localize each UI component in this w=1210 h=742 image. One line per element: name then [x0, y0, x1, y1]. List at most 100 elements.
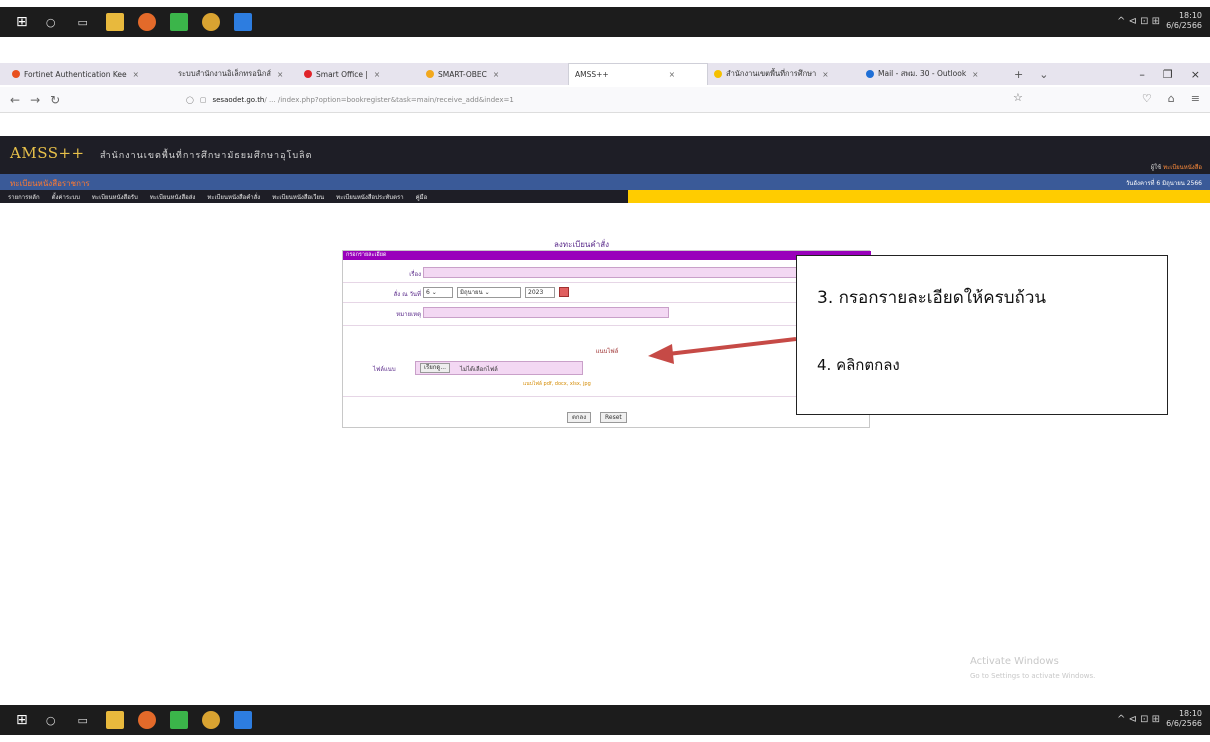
url-bar[interactable]: ◯ ▢ sesaodet.go.th / ... /index.php?opti… — [186, 92, 1006, 108]
close-icon[interactable]: × — [822, 70, 828, 79]
instruction-step-3: 3. กรอกรายละเอียดให้ครบถ้วน — [817, 288, 1047, 308]
tab-favicon-icon — [714, 70, 722, 78]
tab-favicon-icon — [866, 70, 874, 78]
close-icon[interactable]: × — [972, 70, 978, 79]
order-form: กรอกรายละเอียด เรื่อง สั่ง ณ วันที่ 6 ⌄ … — [342, 250, 871, 428]
chrome-icon[interactable] — [201, 13, 220, 31]
extensions-icon[interactable]: ⌂ — [1168, 92, 1175, 105]
tray-icons[interactable]: ^ ⊲ ⊡ ⊞ — [1117, 714, 1160, 725]
year-input[interactable]: 2023 — [525, 287, 555, 298]
activate-windows-watermark: Activate Windows Go to Settings to activ… — [970, 655, 1095, 683]
close-icon[interactable]: × — [669, 70, 675, 79]
bookmark-star-icon[interactable]: ☆ — [1013, 91, 1023, 104]
divider — [343, 282, 871, 283]
user-info: ผู้ใช้ ทะเบียนหนังสือ — [1151, 162, 1202, 172]
firefox-icon[interactable] — [137, 711, 156, 729]
menu-item-settings[interactable]: ตั้งค่าระบบ — [52, 192, 80, 202]
tab-label: SMART-OBEC — [438, 69, 487, 79]
tab-label: Smart Office | — [316, 69, 368, 79]
browser-toolbar: ♡ ⌂ ≡ — [1142, 92, 1200, 105]
form-bar: กรอกรายละเอียด — [343, 251, 871, 260]
file-label: ไฟล์แนบ — [373, 366, 396, 373]
date-row: สั่ง ณ วันที่ 6 ⌄ มิถุนายน ⌄ 2023 — [343, 285, 871, 301]
firefox-icon[interactable] — [137, 13, 156, 31]
amss-logo[interactable]: AMSS++ — [10, 144, 85, 162]
close-icon[interactable]: × — [277, 70, 283, 79]
tab-smart-office[interactable]: Smart Office | × — [298, 63, 420, 85]
divider — [343, 396, 871, 397]
month-select[interactable]: มิถุนายน ⌄ — [457, 287, 521, 298]
line-app-icon[interactable] — [169, 711, 188, 729]
window-controls: – ❐ × — [1139, 63, 1200, 85]
browser-tab-bar: Fortinet Authentication Kee × ระบบสำนักงา… — [0, 63, 1210, 85]
close-icon[interactable]: × — [133, 70, 139, 79]
back-icon[interactable]: ← — [10, 93, 20, 107]
screenshot: ⊞ ○ ▭ ^ ⊲ ⊡ ⊞ 18:10 6/6/2566 Fortinet Au… — [0, 0, 1210, 742]
restore-icon[interactable]: ❐ — [1163, 68, 1173, 81]
tab-label: AMSS++ — [575, 70, 609, 79]
tray-icons[interactable]: ^ ⊲ ⊡ ⊞ — [1117, 16, 1160, 27]
search-icon[interactable]: ○ — [42, 13, 60, 31]
file-input[interactable]: เรียกดู... ไม่ได้เลือกไฟล์ — [415, 361, 583, 375]
tab-outlook[interactable]: Mail - สพม. 30 - Outlook × — [860, 63, 1006, 85]
file-explorer-icon[interactable] — [105, 13, 124, 31]
tab-fortinet[interactable]: Fortinet Authentication Kee × — [6, 63, 172, 85]
menu-item-send[interactable]: ทะเบียนหนังสือส่ง — [150, 192, 196, 202]
clock-time: 18:10 — [1178, 709, 1202, 718]
divider — [343, 325, 871, 326]
clock[interactable]: 18:10 6/6/2566 — [1166, 11, 1202, 31]
calendar-icon[interactable] — [559, 287, 569, 297]
chrome-icon[interactable] — [201, 711, 220, 729]
file-hint: แนบไฟล์ pdf, docx, xlsx, jpg — [523, 381, 591, 387]
tab-esa[interactable]: สำนักงานเขตพื้นที่การศึกษา × — [708, 63, 860, 85]
menu-item-receive[interactable]: ทะเบียนหนังสือรับ — [92, 192, 138, 202]
browser-navbar: ← → ↻ ◯ ▢ sesaodet.go.th / ... /index.ph… — [0, 87, 1210, 113]
windows-start-icon[interactable]: ⊞ — [16, 14, 28, 30]
menu-item-circular[interactable]: ทะเบียนหนังสือเวียน — [272, 192, 324, 202]
browse-button[interactable]: เรียกดู... — [420, 363, 451, 373]
clock[interactable]: 18:10 6/6/2566 — [1166, 709, 1202, 729]
menu-item-manual[interactable]: คู่มือ — [416, 192, 428, 202]
reset-button[interactable]: Reset — [600, 412, 627, 423]
subject-row: เรื่อง — [343, 265, 871, 281]
day-select[interactable]: 6 ⌄ — [423, 287, 453, 298]
new-tab-icon[interactable]: + — [1014, 68, 1023, 81]
menu-item-stamp[interactable]: ทะเบียนหนังสือประทับตรา — [336, 192, 403, 202]
task-view-icon[interactable]: ▭ — [74, 13, 92, 31]
search-icon[interactable]: ○ — [42, 711, 60, 729]
tab-label: Fortinet Authentication Kee — [24, 69, 127, 79]
amss-subheader: ทะเบียนหนังสือราชการ วันอังคารที่ 6 มิถุ… — [0, 174, 1210, 190]
note-input[interactable] — [423, 307, 669, 318]
instruction-callout: 3. กรอกรายละเอียดให้ครบถ้วน 4. คลิกตกลง — [796, 255, 1168, 415]
app-icon[interactable] — [233, 711, 252, 729]
close-window-icon[interactable]: × — [1191, 68, 1200, 81]
tab-e-office[interactable]: ระบบสำนักงานอิเล็กทรอนิกส์ × — [172, 63, 298, 85]
task-view-icon[interactable]: ▭ — [74, 711, 92, 729]
note-row: หมายเหตุ — [343, 305, 871, 321]
menu-icon[interactable]: ≡ — [1191, 92, 1200, 105]
attach-section-label: แนบไฟล์ — [595, 348, 619, 355]
reload-icon[interactable]: ↻ — [50, 93, 60, 107]
menu-item-order[interactable]: ทะเบียนหนังสือคำสั่ง — [207, 192, 260, 202]
tab-favicon-icon — [304, 70, 312, 78]
menu-item-home[interactable]: รายการหลัก — [8, 192, 40, 202]
tab-amss[interactable]: AMSS++ × — [568, 63, 708, 85]
instruction-step-4: 4. คลิกตกลง — [817, 356, 900, 374]
pocket-icon[interactable]: ♡ — [1142, 92, 1152, 105]
forward-icon[interactable]: → — [30, 93, 40, 107]
organization-name: สำนักงานเขตพื้นที่การศึกษามัธยมศึกษาอุโบ… — [100, 151, 313, 161]
close-icon[interactable]: × — [374, 70, 380, 79]
line-app-icon[interactable] — [169, 13, 188, 31]
app-icon[interactable] — [233, 13, 252, 31]
shield-icon: ◯ — [186, 96, 194, 104]
windows-start-icon[interactable]: ⊞ — [16, 712, 28, 728]
minimize-icon[interactable]: – — [1139, 68, 1145, 81]
close-icon[interactable]: × — [493, 70, 499, 79]
year-value: 2023 — [528, 289, 544, 296]
file-explorer-icon[interactable] — [105, 711, 124, 729]
tab-smart-obec[interactable]: SMART-OBEC × — [420, 63, 568, 85]
ok-button[interactable]: ตกลง — [567, 412, 592, 423]
system-tray: ^ ⊲ ⊡ ⊞ 18:10 6/6/2566 — [1117, 709, 1202, 729]
watermark-title: Activate Windows — [970, 656, 1059, 667]
tab-list-icon[interactable]: ⌄ — [1039, 68, 1048, 81]
